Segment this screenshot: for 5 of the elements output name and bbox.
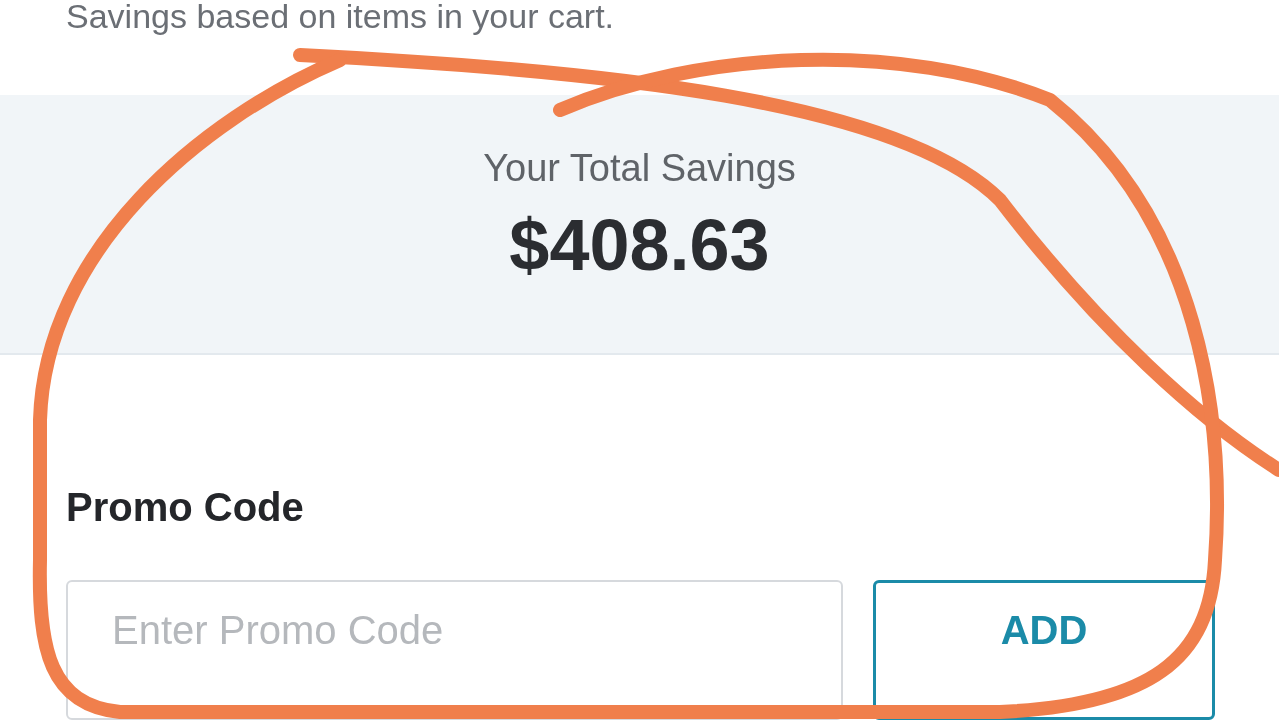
savings-subtitle: Savings based on items in your cart. xyxy=(65,0,616,37)
savings-amount: $408.63 xyxy=(509,204,770,286)
savings-label: Your Total Savings xyxy=(483,147,796,190)
promo-heading: Promo Code xyxy=(66,485,305,530)
promo-code-field[interactable]: Enter Promo Code xyxy=(66,580,843,720)
